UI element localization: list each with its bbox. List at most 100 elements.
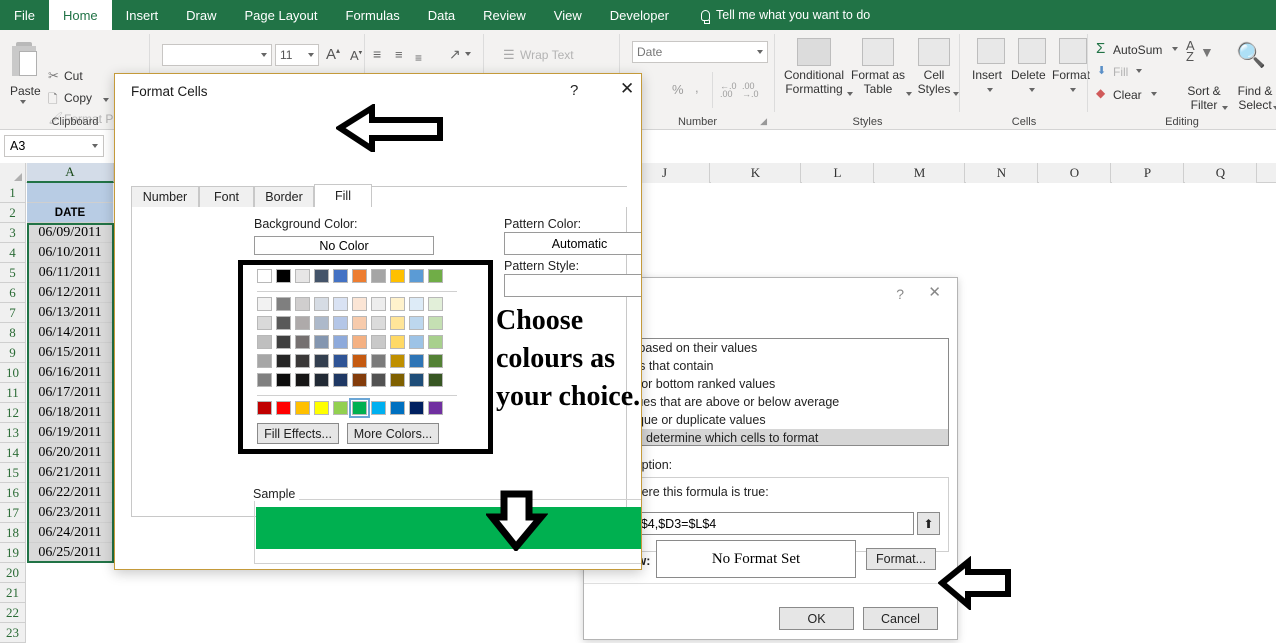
fill-command[interactable]: Fill [1113, 65, 1128, 79]
sort-filter-command[interactable]: Sort & Filter [1180, 84, 1228, 112]
column-header-o[interactable]: O [1039, 163, 1111, 183]
color-swatch[interactable] [352, 354, 367, 368]
cell-a11[interactable]: 06/17/2011 [27, 383, 113, 403]
color-swatch[interactable] [314, 335, 329, 349]
decrease-decimal-icon[interactable]: .00 →.0 [742, 82, 759, 99]
row-header-5[interactable]: 5 [0, 263, 26, 283]
row-header-13[interactable]: 13 [0, 423, 26, 443]
color-swatch[interactable] [371, 269, 386, 283]
cell-a14[interactable]: 06/20/2011 [27, 443, 113, 463]
increase-decimal-icon[interactable]: ←.0.00 [720, 82, 737, 99]
cell-a15[interactable]: 06/21/2011 [27, 463, 113, 483]
font-name-dropdown-arrow[interactable] [261, 53, 267, 57]
color-swatch[interactable] [352, 297, 367, 311]
color-swatch[interactable] [409, 373, 424, 387]
row-header-20[interactable]: 20 [0, 563, 26, 583]
format-dropdown-arrow[interactable] [1070, 88, 1076, 92]
row-header-23[interactable]: 23 [0, 623, 26, 643]
color-swatch[interactable] [257, 297, 272, 311]
color-swatch[interactable] [390, 335, 405, 349]
column-header-l[interactable]: L [802, 163, 874, 183]
select-all-corner[interactable] [0, 163, 26, 183]
fc-help-icon[interactable]: ? [570, 82, 578, 99]
ribbon-tab-insert[interactable]: Insert [112, 0, 173, 30]
cell-a10[interactable]: 06/16/2011 [27, 363, 113, 383]
fill-dropdown-arrow[interactable] [1136, 69, 1142, 73]
color-swatch[interactable] [257, 373, 272, 387]
color-swatch[interactable] [390, 316, 405, 330]
row-header-15[interactable]: 15 [0, 463, 26, 483]
color-swatch[interactable] [333, 297, 348, 311]
cf-format-button[interactable]: Format... [866, 548, 936, 570]
cell-a5[interactable]: 06/11/2011 [27, 263, 113, 283]
column-header-k[interactable]: K [711, 163, 801, 183]
color-swatch[interactable] [409, 269, 424, 283]
cut-command[interactable]: Cut [64, 69, 83, 83]
range-selector-icon[interactable]: ⬆ [917, 512, 940, 535]
color-swatch[interactable] [352, 373, 367, 387]
color-swatch[interactable] [349, 398, 370, 418]
color-swatch[interactable] [314, 316, 329, 330]
paste-dropdown-arrow[interactable] [20, 100, 26, 104]
color-swatch[interactable] [257, 316, 272, 330]
cell-a16[interactable]: 06/22/2011 [27, 483, 113, 503]
cell-a17[interactable]: 06/23/2011 [27, 503, 113, 523]
clear-command[interactable]: Clear [1113, 88, 1142, 102]
color-swatch[interactable] [333, 373, 348, 387]
cell-a18[interactable]: 06/24/2011 [27, 523, 113, 543]
cell-a8[interactable]: 06/14/2011 [27, 323, 113, 343]
row-header-18[interactable]: 18 [0, 523, 26, 543]
row-header-3[interactable]: 3 [0, 223, 26, 243]
color-swatch[interactable] [390, 401, 405, 415]
comma-style-icon[interactable]: , [695, 80, 699, 95]
color-swatch[interactable] [371, 297, 386, 311]
column-header-n[interactable]: N [966, 163, 1038, 183]
color-swatch[interactable] [371, 354, 386, 368]
row-header-7[interactable]: 7 [0, 303, 26, 323]
format-cells-command[interactable]: Format [1052, 68, 1090, 82]
cell-a13[interactable]: 06/19/2011 [27, 423, 113, 443]
ribbon-tab-page-layout[interactable]: Page Layout [231, 0, 332, 30]
color-swatch[interactable] [371, 401, 386, 415]
color-swatch[interactable] [409, 335, 424, 349]
number-dialog-launcher-icon[interactable]: ◢ [760, 116, 767, 127]
pattern-color-select[interactable]: Automatic [504, 232, 641, 255]
ribbon-tab-view[interactable]: View [540, 0, 596, 30]
color-swatch[interactable] [257, 335, 272, 349]
cf-help-icon[interactable]: ? [896, 286, 904, 302]
autosum-dropdown-arrow[interactable] [1172, 47, 1178, 51]
cell-styles-command[interactable]: Cell Styles [909, 68, 959, 96]
more-colors-button[interactable]: More Colors... [347, 423, 439, 444]
color-swatch[interactable] [314, 401, 329, 415]
color-swatch[interactable] [276, 401, 291, 415]
color-swatch[interactable] [257, 269, 272, 283]
fc-close-icon[interactable]: ✕ [620, 80, 634, 97]
column-header-m[interactable]: M [875, 163, 965, 183]
align-top-icon[interactable]: ≡ [373, 46, 381, 62]
color-swatch[interactable] [333, 401, 348, 415]
row-header-10[interactable]: 10 [0, 363, 26, 383]
insert-cells-command[interactable]: Insert [972, 68, 1002, 82]
cell-a12[interactable]: 06/18/2011 [27, 403, 113, 423]
cell-a4[interactable]: 06/10/2011 [27, 243, 113, 263]
color-swatch[interactable] [409, 401, 424, 415]
cell-a2[interactable]: DATE [27, 203, 113, 223]
color-swatch[interactable] [371, 373, 386, 387]
color-swatch[interactable] [276, 316, 291, 330]
color-swatch[interactable] [390, 269, 405, 283]
number-format-dropdown-arrow[interactable] [757, 50, 763, 54]
orientation-dropdown-arrow[interactable] [465, 52, 471, 56]
color-swatch[interactable] [333, 354, 348, 368]
column-header-p[interactable]: P [1112, 163, 1184, 183]
cell-a6[interactable]: 06/12/2011 [27, 283, 113, 303]
color-swatch[interactable] [428, 269, 443, 283]
insert-dropdown-arrow[interactable] [987, 88, 993, 92]
color-swatch[interactable] [428, 297, 443, 311]
ribbon-tab-formulas[interactable]: Formulas [332, 0, 414, 30]
sort-filter-dropdown-arrow[interactable] [1222, 106, 1228, 110]
color-swatch[interactable] [333, 335, 348, 349]
ribbon-tab-data[interactable]: Data [414, 0, 469, 30]
column-header-q[interactable]: Q [1185, 163, 1257, 183]
color-swatch[interactable] [295, 335, 310, 349]
color-swatch[interactable] [314, 354, 329, 368]
